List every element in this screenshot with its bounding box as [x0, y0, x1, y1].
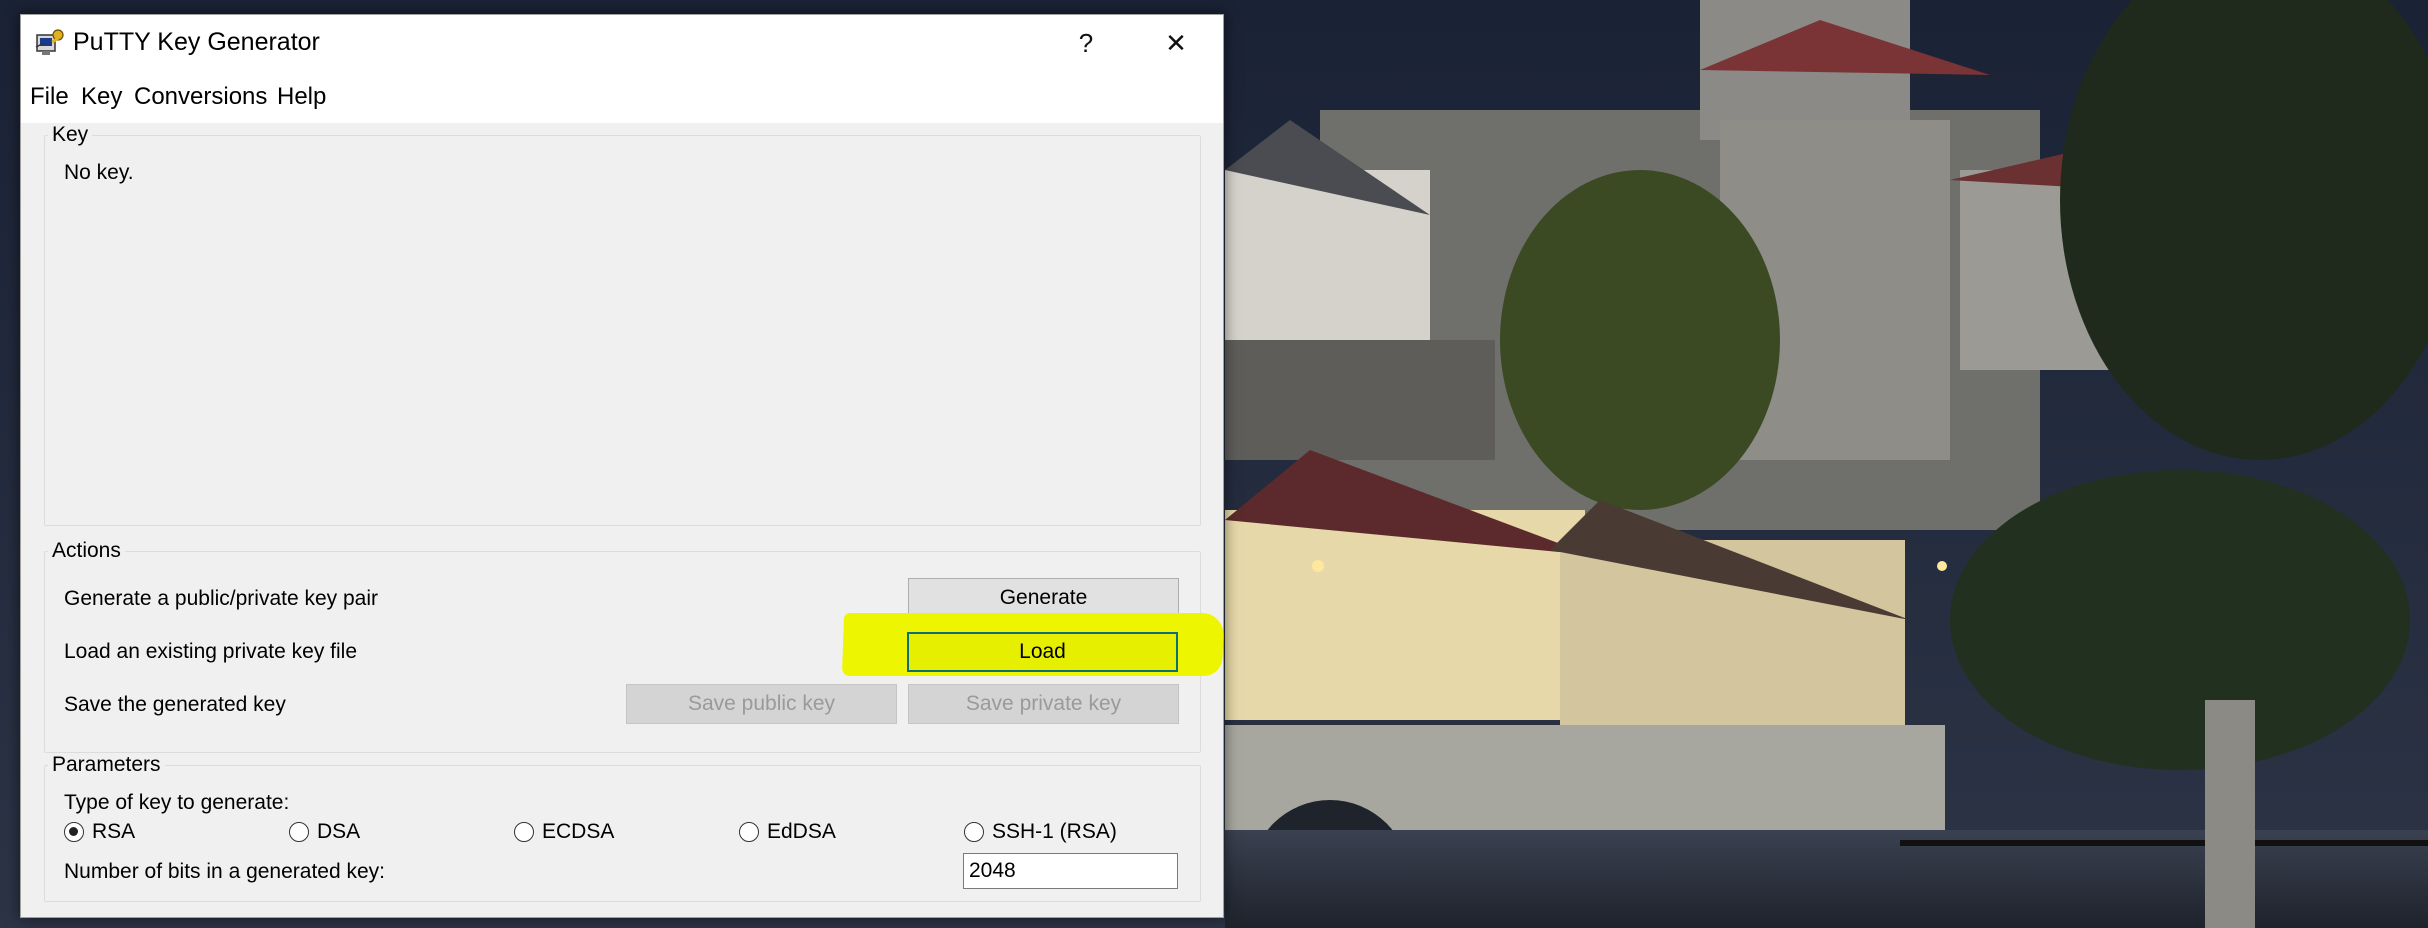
puttygen-window: PuTTY Key Generator ? ✕ File Key Convers…: [20, 14, 1224, 918]
radio-ecdsa-indicator: [514, 822, 534, 842]
key-type-label: Type of key to generate:: [64, 791, 290, 814]
radio-eddsa-indicator: [739, 822, 759, 842]
menu-key[interactable]: Key: [81, 83, 122, 111]
bits-input[interactable]: [963, 853, 1178, 889]
window-title: PuTTY Key Generator: [73, 28, 320, 56]
radio-dsa[interactable]: DSA: [289, 820, 360, 844]
radio-ssh1-rsa[interactable]: SSH-1 (RSA): [964, 820, 1117, 844]
radio-dsa-indicator: [289, 822, 309, 842]
menu-bar: File Key Conversions Help: [21, 71, 1223, 123]
radio-ecdsa-label: ECDSA: [542, 820, 615, 843]
menu-help[interactable]: Help: [277, 83, 326, 111]
radio-rsa[interactable]: RSA: [64, 820, 135, 844]
save-private-key-button[interactable]: Save private key: [908, 684, 1179, 724]
radio-ecdsa[interactable]: ECDSA: [514, 820, 614, 844]
menu-file[interactable]: File: [30, 83, 69, 111]
bits-label: Number of bits in a generated key:: [64, 860, 386, 883]
key-group: [44, 135, 1201, 526]
save-description: Save the generated key: [64, 693, 286, 716]
radio-ssh1-rsa-indicator: [964, 822, 984, 842]
generate-description: Generate a public/private key pair: [64, 587, 379, 610]
radio-dsa-label: DSA: [317, 820, 361, 843]
radio-rsa-label: RSA: [92, 820, 136, 843]
title-bar[interactable]: PuTTY Key Generator ? ✕: [21, 15, 1223, 71]
generate-button[interactable]: Generate: [908, 578, 1179, 618]
load-description: Load an existing private key file: [64, 640, 358, 663]
load-button[interactable]: Load: [907, 632, 1178, 672]
parameters-group-label: Parameters: [48, 753, 165, 777]
radio-ssh1-rsa-label: SSH-1 (RSA): [992, 820, 1117, 843]
key-status-text: No key.: [64, 161, 134, 184]
close-icon[interactable]: ✕: [1131, 15, 1221, 71]
help-icon[interactable]: ?: [1041, 15, 1131, 71]
key-group-label: Key: [48, 123, 93, 147]
radio-eddsa[interactable]: EdDSA: [739, 820, 836, 844]
save-public-key-button[interactable]: Save public key: [626, 684, 897, 724]
menu-conversions[interactable]: Conversions: [134, 83, 267, 111]
putty-keygen-icon: [35, 29, 64, 55]
radio-eddsa-label: EdDSA: [767, 820, 836, 843]
radio-rsa-indicator: [64, 822, 84, 842]
actions-group-label: Actions: [48, 539, 125, 563]
